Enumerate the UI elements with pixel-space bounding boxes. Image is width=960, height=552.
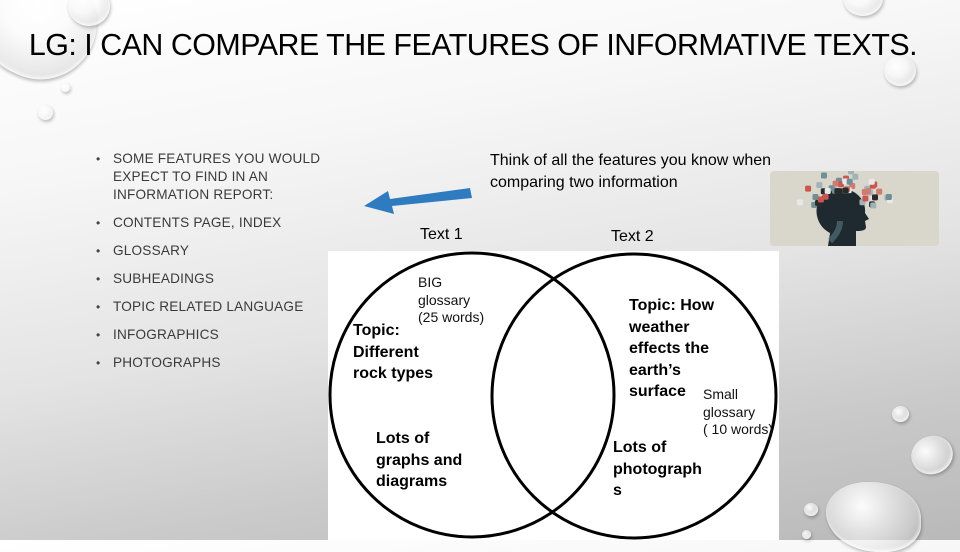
topic-line: surface	[629, 383, 686, 400]
puzzle-piece	[870, 202, 877, 209]
puzzle-piece	[824, 188, 831, 194]
note-line: graphs and	[376, 451, 463, 469]
topic-line: rock types	[353, 365, 434, 382]
feature-bullet-list: SOME FEATURES YOU WOULD EXPECT TO FIND I…	[93, 150, 353, 382]
venn-diagram: BIG glossary (25 words) Topic: Different…	[328, 251, 779, 540]
puzzle-piece	[861, 189, 868, 195]
head-with-puzzle-brain-image	[770, 171, 939, 246]
topic-line: earth’s	[629, 361, 681, 379]
text2-photos-note: Lots of photograph s	[613, 437, 702, 502]
puzzle-piece	[846, 178, 853, 185]
water-droplet	[826, 482, 921, 552]
note-line: s	[613, 482, 622, 499]
puzzle-piece	[805, 185, 812, 192]
note-line: diagrams	[376, 473, 448, 490]
text2-topic: Topic: How weather effects the earth’s s…	[629, 295, 714, 403]
note-line: ( 10 words)	[703, 421, 774, 437]
slide-title: LG: I CAN COMPARE THE FEATURES OF INFORM…	[28, 27, 918, 62]
note-line: Small	[703, 386, 739, 402]
bullet-item: PHOTOGRAPHS	[93, 354, 353, 372]
left-arrow-icon	[364, 188, 472, 214]
puzzle-piece	[812, 194, 819, 200]
puzzle-piece	[885, 194, 892, 200]
text1-graphs-note: Lots of graphs and diagrams	[376, 428, 462, 493]
water-droplet	[843, 0, 883, 16]
water-droplet	[802, 530, 811, 539]
bullet-item: TOPIC RELATED LANGUAGE	[93, 298, 353, 316]
puzzle-piece	[852, 173, 859, 180]
puzzle-piece	[842, 187, 849, 194]
puzzle-piece	[822, 193, 829, 200]
water-droplet	[892, 406, 909, 422]
prompt-text: Think of all the features you know when …	[490, 152, 772, 191]
text1-glossary-note: BIG glossary (25 words)	[418, 273, 484, 327]
puzzle-piece	[834, 188, 841, 195]
puzzle-piece	[796, 199, 803, 206]
puzzle-piece	[848, 171, 854, 175]
bullet-item: SUBHEADINGS	[93, 270, 353, 288]
puzzle-piece	[868, 178, 875, 185]
note-line: BIG	[418, 274, 443, 290]
puzzle-piece	[876, 188, 883, 195]
note-line: Lots of	[613, 439, 667, 456]
bullet-item: CONTENTS PAGE, INDEX	[93, 214, 353, 232]
text1-label: Text 1	[420, 226, 463, 243]
topic-line: Topic:	[353, 322, 400, 339]
water-droplet	[61, 83, 70, 92]
puzzle-piece	[816, 182, 823, 189]
bullet-item: SOME FEATURES YOU WOULD EXPECT TO FIND I…	[93, 150, 353, 204]
puzzle-piece	[872, 194, 878, 201]
bullet-item: INFOGRAPHICS	[93, 326, 353, 344]
note-line: Lots of	[376, 430, 430, 447]
puzzle-piece	[821, 172, 827, 179]
text2-glossary-note: Small glossary ( 10 words)	[703, 385, 773, 439]
puzzle-piece	[862, 195, 869, 202]
water-droplet	[804, 503, 818, 516]
topic-line: weather	[629, 318, 690, 336]
bullet-item: GLOSSARY	[93, 242, 353, 260]
puzzle-piece	[832, 180, 839, 187]
text2-label: Text 2	[611, 228, 654, 245]
topic-line: Topic: How	[629, 297, 715, 314]
note-line: photograph	[613, 460, 702, 478]
topic-line: effects the	[629, 340, 710, 357]
water-droplet	[38, 105, 53, 120]
water-droplet	[905, 429, 959, 481]
text1-topic: Topic: Different rock types	[353, 320, 433, 385]
topic-line: Different	[353, 343, 419, 361]
